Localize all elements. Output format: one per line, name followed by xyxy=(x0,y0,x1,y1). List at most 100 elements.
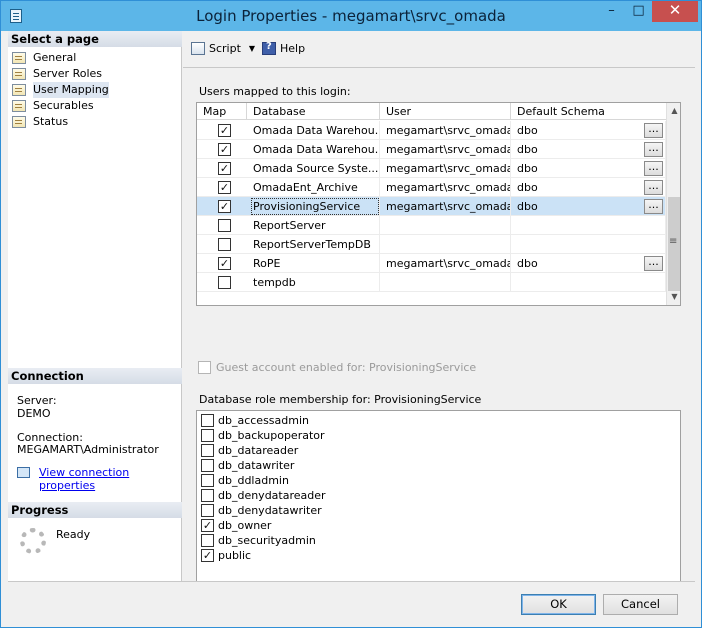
map-checkbox[interactable]: ✓ xyxy=(218,124,231,137)
database-cell[interactable]: Omada Data Warehou... xyxy=(247,121,380,140)
schema-browse-button[interactable]: ... xyxy=(644,180,663,195)
table-row[interactable]: ReportServerTempDB xyxy=(197,235,666,254)
role-checkbox[interactable] xyxy=(201,534,214,547)
role-checkbox[interactable] xyxy=(201,474,214,487)
map-checkbox[interactable]: ✓ xyxy=(218,200,231,213)
progress-header: Progress xyxy=(8,502,182,518)
map-checkbox[interactable]: ✓ xyxy=(218,181,231,194)
table-row[interactable]: ✓ OmadaEnt_Archive megamart\srvc_omada dbo.… xyxy=(197,178,666,197)
schema-browse-button[interactable]: ... xyxy=(644,123,663,138)
table-row[interactable]: ✓ Omada Source Syste... megamart\srvc_omad… xyxy=(197,159,666,178)
schema-cell[interactable] xyxy=(511,216,666,235)
view-connection-properties-link[interactable]: View connection properties xyxy=(39,466,181,492)
page-item-server-roles[interactable]: Server Roles xyxy=(12,66,102,82)
ok-button[interactable]: OK xyxy=(521,594,596,615)
map-checkbox[interactable]: ✓ xyxy=(218,143,231,156)
user-cell[interactable]: megamart\srvc_omada xyxy=(380,178,511,197)
user-cell[interactable]: megamart\srvc_omada xyxy=(380,121,511,140)
role-checkbox[interactable] xyxy=(201,444,214,457)
role-checkbox[interactable] xyxy=(201,459,214,472)
user-cell[interactable]: megamart\srvc_omada xyxy=(380,254,511,273)
schema-cell[interactable] xyxy=(511,273,666,292)
map-checkbox[interactable] xyxy=(218,219,231,232)
user-cell[interactable] xyxy=(380,216,511,235)
schema-cell[interactable]: dbo xyxy=(511,140,666,159)
schema-cell[interactable] xyxy=(511,235,666,254)
role-item-db-datawriter[interactable]: db_datawriter xyxy=(201,458,294,473)
database-cell[interactable]: tempdb xyxy=(247,273,380,292)
database-cell[interactable]: Omada Source Syste... xyxy=(247,159,380,178)
page-item-label: Status xyxy=(33,115,69,128)
role-item-db-denydatawriter[interactable]: db_denydatawriter xyxy=(201,503,322,518)
page-item-label: General xyxy=(33,51,77,64)
page-item-general[interactable]: General xyxy=(12,50,76,66)
map-checkbox[interactable]: ✓ xyxy=(218,162,231,175)
scroll-thumb[interactable] xyxy=(668,197,680,291)
schema-browse-button[interactable]: ... xyxy=(644,161,663,176)
column-header-user[interactable]: User xyxy=(380,103,511,120)
schema-browse-button[interactable]: ... xyxy=(644,199,663,214)
column-header-default-schema[interactable]: Default Schema xyxy=(511,103,666,120)
column-header-database[interactable]: Database xyxy=(247,103,380,120)
role-checkbox[interactable] xyxy=(201,504,214,517)
map-checkbox[interactable] xyxy=(218,238,231,251)
role-checkbox[interactable] xyxy=(201,429,214,442)
page-icon xyxy=(12,68,26,80)
map-checkbox[interactable] xyxy=(218,276,231,289)
schema-cell[interactable]: dbo xyxy=(511,254,666,273)
role-checkbox[interactable] xyxy=(201,489,214,502)
role-item-db-denydatareader[interactable]: db_denydatareader xyxy=(201,488,326,503)
database-cell[interactable]: OmadaEnt_Archive xyxy=(247,178,380,197)
title-bar[interactable]: Login Properties - megamart\srvc_omada –… xyxy=(1,1,701,31)
role-item-public[interactable]: ✓ public xyxy=(201,548,251,563)
user-cell[interactable]: megamart\srvc_omada xyxy=(380,140,511,159)
users-mapping-grid: Map Database User Default Schema ✓ Omada … xyxy=(196,102,681,306)
role-checkbox[interactable]: ✓ xyxy=(201,549,214,562)
column-header-map[interactable]: Map xyxy=(197,103,247,120)
maximize-button[interactable]: □ xyxy=(625,1,652,22)
role-item-db-datareader[interactable]: db_datareader xyxy=(201,443,298,458)
role-checkbox[interactable] xyxy=(201,414,214,427)
grid-scrollbar[interactable]: ▲ ▼ xyxy=(666,103,680,305)
table-row[interactable]: ReportServer xyxy=(197,216,666,235)
role-item-db-accessadmin[interactable]: db_accessadmin xyxy=(201,413,309,428)
schema-cell[interactable]: dbo xyxy=(511,197,666,216)
scroll-up-arrow-icon[interactable]: ▲ xyxy=(667,103,680,119)
scroll-down-arrow-icon[interactable]: ▼ xyxy=(667,289,680,305)
table-row[interactable]: ✓ Omada Data Warehou... megamart\srvc_omad… xyxy=(197,140,666,159)
schema-cell[interactable]: dbo xyxy=(511,121,666,140)
user-cell[interactable]: megamart\srvc_omada xyxy=(380,159,511,178)
page-item-user-mapping[interactable]: User Mapping xyxy=(12,82,109,98)
user-cell[interactable] xyxy=(380,273,511,292)
database-cell[interactable]: RoPE xyxy=(247,254,380,273)
role-item-db-securityadmin[interactable]: db_securityadmin xyxy=(201,533,316,548)
role-label: db_owner xyxy=(218,519,272,532)
minimize-button[interactable]: – xyxy=(598,1,625,22)
table-row[interactable]: ✓ Omada Data Warehou... megamart\srvc_omad… xyxy=(197,121,666,140)
left-pane: Select a page General Server Roles User Ma… xyxy=(8,31,182,581)
table-row[interactable]: tempdb xyxy=(197,273,666,292)
chevron-down-icon[interactable]: ▼ xyxy=(249,44,255,53)
help-button[interactable]: Help xyxy=(262,40,305,56)
user-cell[interactable]: megamart\srvc_omada xyxy=(380,197,511,216)
map-checkbox[interactable]: ✓ xyxy=(218,257,231,270)
table-row[interactable]: ✓ RoPE megamart\srvc_omada dbo... xyxy=(197,254,666,273)
close-button[interactable]: ✕ xyxy=(652,1,698,22)
role-item-db-backupoperator[interactable]: db_backupoperator xyxy=(201,428,325,443)
user-cell[interactable] xyxy=(380,235,511,254)
database-cell[interactable]: ReportServer xyxy=(247,216,380,235)
schema-cell[interactable]: dbo xyxy=(511,159,666,178)
schema-browse-button[interactable]: ... xyxy=(644,142,663,157)
page-item-status[interactable]: Status xyxy=(12,114,68,130)
role-item-db-ddladmin[interactable]: db_ddladmin xyxy=(201,473,289,488)
database-cell[interactable]: ReportServerTempDB xyxy=(247,235,380,254)
role-checkbox[interactable]: ✓ xyxy=(201,519,214,532)
script-button[interactable]: Script ▼ xyxy=(191,40,255,56)
cancel-button[interactable]: Cancel xyxy=(603,594,678,615)
table-row[interactable]: ✓ ProvisioningService megamart\srvc_omada d… xyxy=(197,197,666,216)
schema-browse-button[interactable]: ... xyxy=(644,256,663,271)
schema-cell[interactable]: dbo xyxy=(511,178,666,197)
database-cell[interactable]: Omada Data Warehou... xyxy=(247,140,380,159)
page-item-securables[interactable]: Securables xyxy=(12,98,94,114)
role-item-db-owner[interactable]: ✓ db_owner xyxy=(201,518,271,533)
